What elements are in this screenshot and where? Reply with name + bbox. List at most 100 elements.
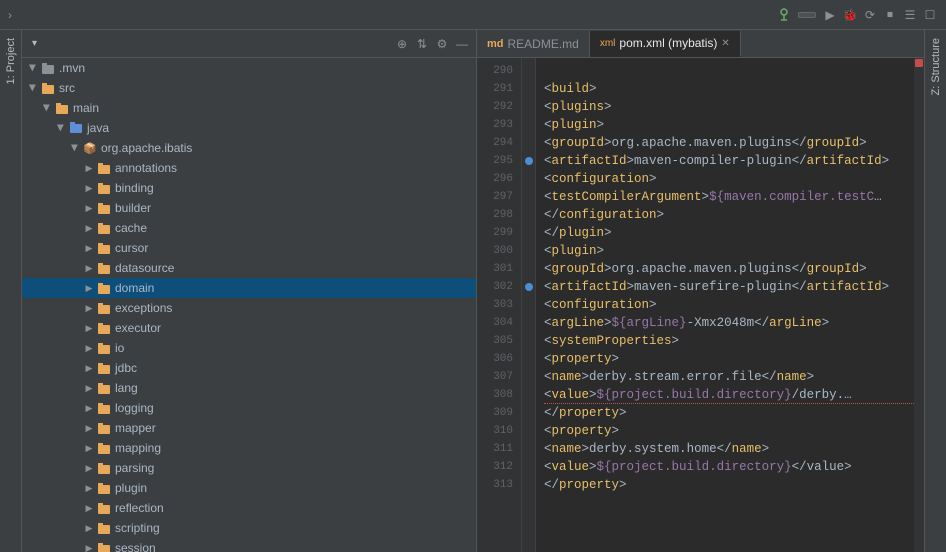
tree-arrow[interactable]: ▶ [82, 221, 96, 235]
tree-item-jdbc[interactable]: ▶jdbc [22, 358, 476, 378]
tree-arrow[interactable]: ▶ [82, 201, 96, 215]
line-number-290: 290 [477, 62, 521, 80]
tree-item-parsing[interactable]: ▶parsing [22, 458, 476, 478]
tree-item-lang[interactable]: ▶lang [22, 378, 476, 398]
token-tag: property [552, 422, 612, 440]
tree-item-cursor[interactable]: ▶cursor [22, 238, 476, 258]
token-tag: configuration [552, 170, 650, 188]
tree-item-main[interactable]: ▶main [22, 98, 476, 118]
tree-item-src[interactable]: ▶src [22, 78, 476, 98]
tree-arrow[interactable]: ▶ [82, 181, 96, 195]
tree-arrow[interactable]: ▶ [82, 421, 96, 435]
tree-item-builder[interactable]: ▶builder [22, 198, 476, 218]
token-bracket: > [627, 152, 635, 170]
tree-arrow[interactable]: ▶ [82, 501, 96, 515]
tree-item-reflection[interactable]: ▶reflection [22, 498, 476, 518]
gutter-cell-297 [522, 188, 535, 206]
collapse-all-icon[interactable]: ⊕ [394, 36, 410, 52]
token-bracket: > [589, 80, 597, 98]
tree-arrow[interactable]: ▶ [82, 481, 96, 495]
tree-arrow[interactable]: ▶ [40, 101, 54, 115]
tree-item-datasource[interactable]: ▶datasource [22, 258, 476, 278]
tab-pomxml[interactable]: xml pom.xml (mybatis) ✕ [590, 31, 741, 57]
token-tag: systemProperties [552, 332, 672, 350]
code-line-310: <property> [544, 422, 914, 440]
code-content[interactable]: <build> <plugins> <plugin> <groupId>org.… [536, 58, 914, 552]
coverage-icon[interactable]: ⟳ [862, 7, 878, 23]
run-icon[interactable]: ▶ [822, 7, 838, 23]
gutter-cell-296 [522, 170, 535, 188]
sort-icon[interactable]: ⇅ [414, 36, 430, 52]
tree-item-domain[interactable]: ▶domain [22, 278, 476, 298]
token-plain: … [874, 188, 882, 206]
token-tag: groupId [552, 260, 605, 278]
token-tag: argLine [552, 314, 605, 332]
tree-item-executor[interactable]: ▶executor [22, 318, 476, 338]
add-configuration-button[interactable] [798, 12, 816, 18]
token-plain: derby.system.home [589, 440, 717, 458]
minimize-icon[interactable]: — [454, 36, 470, 52]
tree-arrow[interactable]: ▶ [82, 381, 96, 395]
tree-item-annotations[interactable]: ▶annotations [22, 158, 476, 178]
tree-arrow[interactable]: ▶ [82, 281, 96, 295]
structure-label[interactable]: Z: Structure [928, 34, 944, 99]
tree-arrow[interactable]: ▶ [82, 161, 96, 175]
code-line-311: <name>derby.system.home</name> [544, 440, 914, 458]
stop-icon[interactable]: ⏹ [882, 7, 898, 23]
tree-item-plugin[interactable]: ▶ plugin [22, 478, 476, 498]
tree-arrow[interactable]: ▶ [82, 441, 96, 455]
code-line-294: <groupId>org.apache.maven.plugins</group… [544, 134, 914, 152]
tree-arrow[interactable]: ▶ [82, 461, 96, 475]
more-icon[interactable]: ☰ [902, 7, 918, 23]
tree-arrow[interactable]: ▶ [26, 81, 40, 95]
tree-item-session[interactable]: ▶session [22, 538, 476, 552]
settings-icon[interactable]: ⚙ [434, 36, 450, 52]
token-bracket: </ [544, 206, 559, 224]
tree-arrow[interactable]: ▶ [82, 361, 96, 375]
tree-item-label: plugin [115, 481, 147, 495]
tree-arrow[interactable]: ▶ [82, 241, 96, 255]
tree-arrow[interactable]: ▶ [54, 121, 68, 135]
folder-icon [96, 220, 112, 236]
tree-item-cache[interactable]: ▶cache [22, 218, 476, 238]
tree-arrow[interactable]: ▶ [82, 341, 96, 355]
tree-arrow[interactable]: ▶ [82, 261, 96, 275]
project-dropdown-arrow[interactable]: ▾ [32, 38, 37, 49]
token-tag: name [732, 440, 762, 458]
sidebar-project-label[interactable]: 1: Project [3, 34, 19, 88]
tree-item-scripting[interactable]: ▶scripting [22, 518, 476, 538]
token-tag: plugin [559, 224, 604, 242]
tree-arrow[interactable]: ▶ [82, 301, 96, 315]
tree-arrow[interactable]: ▶ [82, 541, 96, 552]
tree-arrow[interactable]: ▶ [68, 141, 82, 155]
token-bracket: > [582, 440, 590, 458]
folder-icon [96, 380, 112, 396]
tree-item-java[interactable]: ▶java [22, 118, 476, 138]
tree-item-binding[interactable]: ▶ binding [22, 178, 476, 198]
tree-item-org.apache.ibatis[interactable]: ▶📦org.apache.ibatis [22, 138, 476, 158]
tree-item-label: binding [115, 181, 154, 195]
tree-item-logging[interactable]: ▶logging [22, 398, 476, 418]
gutter-cell-303 [522, 296, 535, 314]
token-bracket: > [649, 170, 657, 188]
folder-icon [96, 180, 112, 196]
tree-item-io[interactable]: ▶io [22, 338, 476, 358]
tree-arrow[interactable]: ▶ [82, 321, 96, 335]
tree-item-exceptions[interactable]: ▶exceptions [22, 298, 476, 318]
tab-close-button[interactable]: ✕ [721, 38, 729, 49]
debug-icon[interactable]: 🐞 [842, 7, 858, 23]
tab-readme[interactable]: md README.md [477, 31, 590, 57]
tree-arrow[interactable]: ▶ [82, 521, 96, 535]
code-line-301: <groupId>org.apache.maven.plugins</group… [544, 260, 914, 278]
tree-item-.mvn[interactable]: ▶.mvn [22, 58, 476, 78]
tree-arrow[interactable]: ▶ [26, 61, 40, 75]
tree-arrow[interactable]: ▶ [82, 401, 96, 415]
gutter-cell-306 [522, 350, 535, 368]
token-bracket: </ [792, 278, 807, 296]
folder-icon [96, 160, 112, 176]
tree-item-mapping[interactable]: ▶mapping [22, 438, 476, 458]
tree-item-mapper[interactable]: ▶mapper [22, 418, 476, 438]
window-icon[interactable]: ☐ [922, 7, 938, 23]
token-tag: groupId [807, 134, 860, 152]
token-bracket: > [762, 440, 770, 458]
